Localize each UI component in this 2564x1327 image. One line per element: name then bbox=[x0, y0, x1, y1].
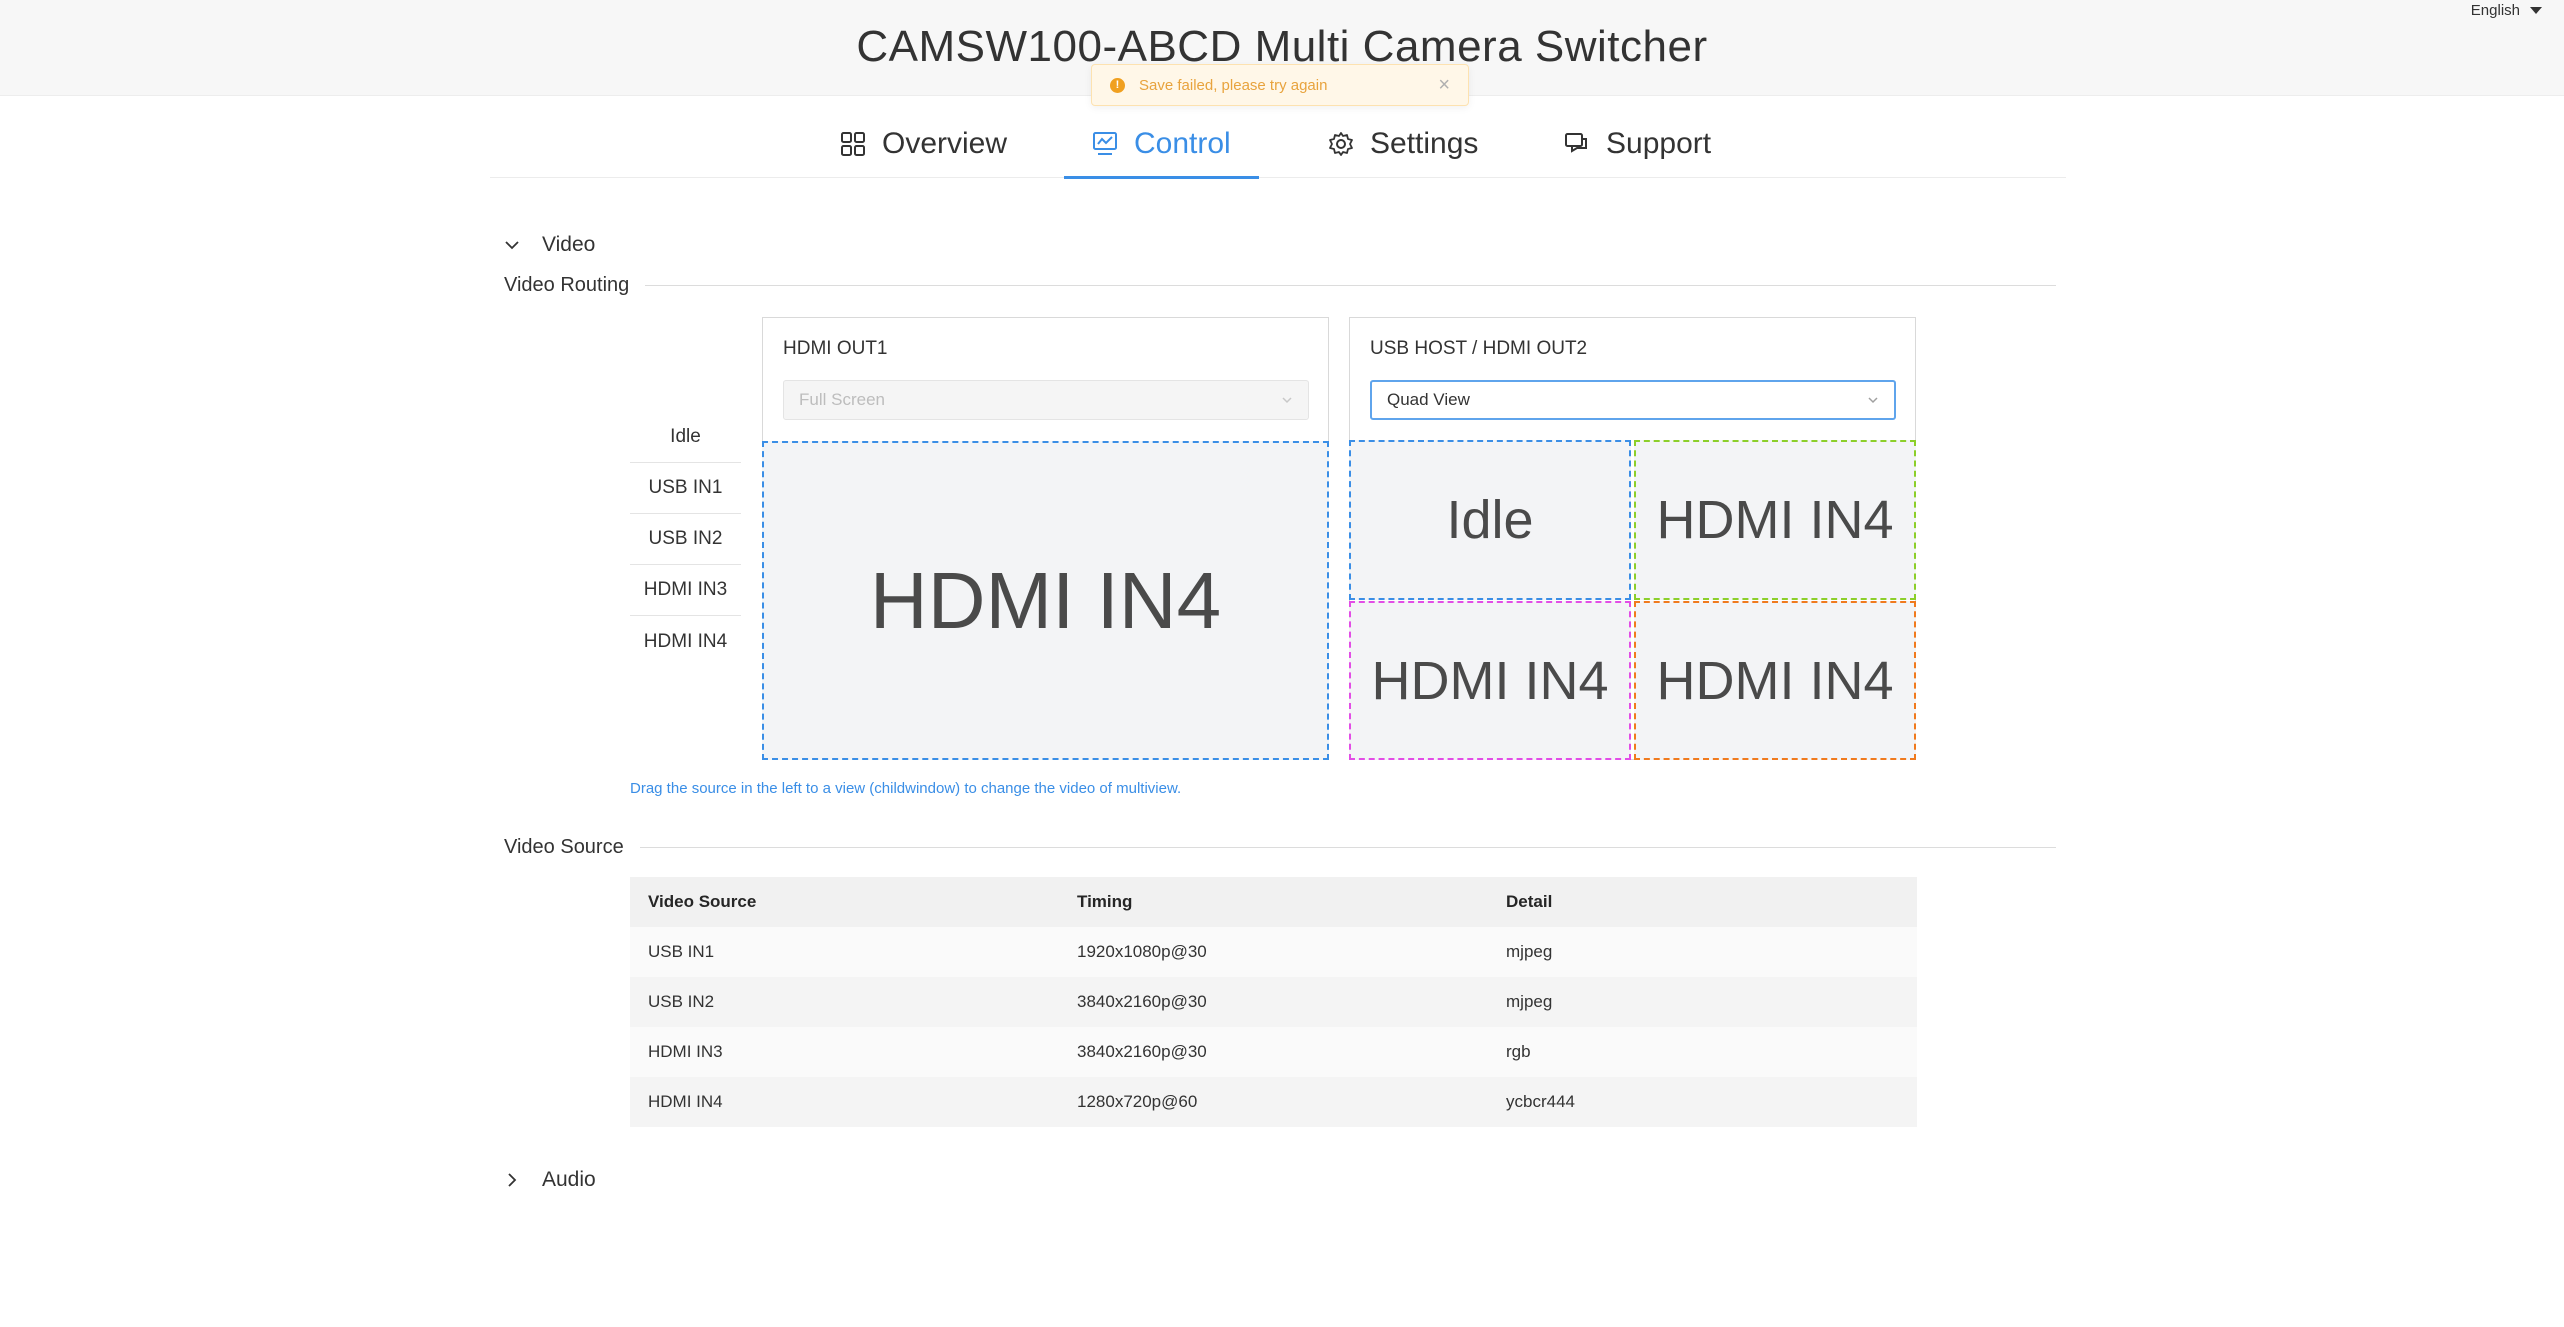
section-title: Video Routing bbox=[504, 274, 630, 296]
drag-hint: Drag the source in the left to a view (c… bbox=[630, 780, 1182, 797]
tab-label: Overview bbox=[882, 127, 1008, 160]
cell-source: USB IN1 bbox=[630, 927, 1059, 977]
main-nav: Overview Control Settings Support bbox=[490, 110, 2066, 179]
tab-overview[interactable]: Overview bbox=[840, 110, 1007, 178]
hdmi-out1-panel: HDMI OUT1 Full Screen HDMI IN4 bbox=[762, 317, 1329, 760]
panel-title: HDMI OUT1 bbox=[783, 338, 888, 359]
tab-control[interactable]: Control bbox=[1064, 110, 1259, 179]
table-row: USB IN2 3840x2160p@30 mjpeg bbox=[630, 977, 1917, 1027]
chevron-down-icon bbox=[1282, 397, 1292, 404]
cell-timing: 1280x720p@60 bbox=[1059, 1077, 1488, 1127]
chevron-down-icon bbox=[1868, 397, 1878, 404]
view-label: Idle bbox=[1446, 490, 1534, 550]
video-routing-section-title: Video Routing bbox=[504, 274, 2056, 297]
out1-view-full[interactable]: HDMI IN4 bbox=[762, 441, 1329, 760]
video-source-section-title: Video Source bbox=[504, 836, 2056, 859]
source-item-usb-in1[interactable]: USB IN1 bbox=[630, 463, 741, 514]
out2-view-top-left[interactable]: Idle bbox=[1349, 440, 1631, 600]
cell-source: HDMI IN3 bbox=[630, 1027, 1059, 1077]
tab-label: Support bbox=[1606, 127, 1712, 160]
audio-collapse-label: Audio bbox=[542, 1168, 596, 1191]
view-label: HDMI IN4 bbox=[1656, 490, 1894, 550]
cell-detail: mjpeg bbox=[1488, 977, 1917, 1027]
out2-view-bottom-right[interactable]: HDMI IN4 bbox=[1634, 601, 1916, 760]
cell-detail: rgb bbox=[1488, 1027, 1917, 1077]
language-label: English bbox=[2470, 2, 2520, 19]
cell-timing: 1920x1080p@30 bbox=[1059, 927, 1488, 977]
cell-source: USB IN2 bbox=[630, 977, 1059, 1027]
out2-view-bottom-left[interactable]: HDMI IN4 bbox=[1349, 601, 1631, 760]
chat-bubbles-icon bbox=[1565, 133, 1587, 153]
out2-view-top-right[interactable]: HDMI IN4 bbox=[1634, 440, 1916, 600]
cell-timing: 3840x2160p@30 bbox=[1059, 977, 1488, 1027]
cell-detail: ycbcr444 bbox=[1488, 1077, 1917, 1127]
column-header-detail: Detail bbox=[1488, 877, 1917, 927]
chevron-right-icon bbox=[508, 1173, 517, 1187]
table-header-row: Video Source Timing Detail bbox=[630, 877, 1917, 927]
source-list: Idle USB IN1 USB IN2 HDMI IN3 HDMI IN4 bbox=[630, 412, 741, 667]
cell-timing: 3840x2160p@30 bbox=[1059, 1027, 1488, 1077]
grid-icon bbox=[841, 132, 865, 156]
video-collapse-label: Video bbox=[542, 233, 596, 256]
tab-support[interactable]: Support bbox=[1564, 110, 1711, 178]
cell-detail: mjpeg bbox=[1488, 927, 1917, 977]
table-row: HDMI IN4 1280x720p@60 ycbcr444 bbox=[630, 1077, 1917, 1127]
table-row: HDMI IN3 3840x2160p@30 rgb bbox=[630, 1027, 1917, 1077]
column-header-video-source: Video Source bbox=[630, 877, 1059, 927]
tab-label: Settings bbox=[1370, 127, 1479, 160]
monitor-chart-icon bbox=[1093, 132, 1117, 155]
tab-label: Control bbox=[1134, 127, 1231, 160]
select-value: Full Screen bbox=[799, 390, 885, 409]
table-row: USB IN1 1920x1080p@30 mjpeg bbox=[630, 927, 1917, 977]
toast-close-icon[interactable]: × bbox=[1438, 75, 1450, 95]
view-label: HDMI IN4 bbox=[1371, 650, 1609, 711]
usb-host-hdmi-out2-panel: USB HOST / HDMI OUT2 Quad View Idle HDMI… bbox=[1349, 317, 1916, 760]
source-item-hdmi-in3[interactable]: HDMI IN3 bbox=[630, 565, 741, 616]
language-selector[interactable]: English bbox=[2471, 2, 2542, 19]
toast-message: Save failed, please try again bbox=[1139, 76, 1328, 94]
tab-settings[interactable]: Settings bbox=[1328, 110, 1478, 178]
divider bbox=[645, 285, 2056, 286]
divider bbox=[639, 847, 2056, 848]
select-value: Quad View bbox=[1387, 390, 1470, 409]
source-item-hdmi-in4[interactable]: HDMI IN4 bbox=[630, 616, 741, 667]
video-source-table: Video Source Timing Detail USB IN1 1920x… bbox=[630, 877, 1917, 1127]
chevron-down-icon bbox=[505, 241, 519, 250]
warning-icon: ! bbox=[1110, 77, 1125, 93]
panel-title: USB HOST / HDMI OUT2 bbox=[1370, 338, 1588, 359]
gear-icon bbox=[1329, 132, 1353, 156]
column-header-timing: Timing bbox=[1059, 877, 1488, 927]
source-item-usb-in2[interactable]: USB IN2 bbox=[630, 514, 741, 565]
error-toast: ! Save failed, please try again × bbox=[1091, 64, 1469, 106]
out2-mode-select[interactable]: Quad View bbox=[1370, 380, 1896, 420]
view-label: HDMI IN4 bbox=[869, 555, 1222, 645]
caret-down-icon bbox=[2530, 7, 2542, 14]
source-item-idle[interactable]: Idle bbox=[630, 412, 741, 463]
view-label: HDMI IN4 bbox=[1656, 650, 1894, 711]
section-title: Video Source bbox=[504, 836, 624, 858]
video-collapse-header[interactable]: Video bbox=[504, 233, 595, 257]
audio-collapse-header[interactable]: Audio bbox=[504, 1168, 596, 1192]
out1-mode-select[interactable]: Full Screen bbox=[783, 380, 1309, 420]
cell-source: HDMI IN4 bbox=[630, 1077, 1059, 1127]
